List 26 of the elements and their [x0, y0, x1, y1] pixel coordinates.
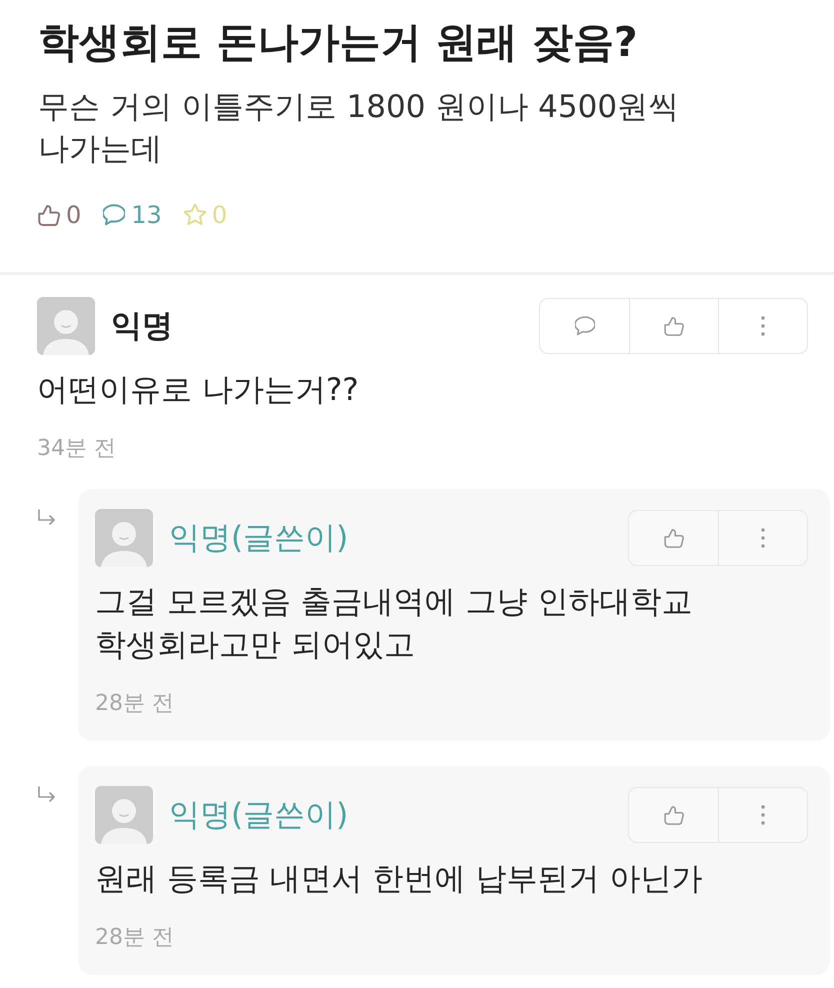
author-name: 익명(글쓴이): [169, 519, 348, 558]
thumbs-up-icon: [664, 316, 684, 336]
star-count: 0: [212, 200, 228, 230]
thumbs-up-icon: [664, 528, 684, 548]
more-icon: [761, 528, 765, 548]
avatar-icon: [37, 297, 95, 355]
thumbs-up-icon: [664, 805, 684, 825]
author-name: 익명: [111, 307, 173, 346]
comment-time: 28분 전: [95, 924, 175, 952]
more-icon: [761, 805, 765, 825]
author-name: 익명(글쓴이): [169, 796, 348, 835]
reply-arrow-icon: [37, 786, 57, 802]
more-icon: [761, 316, 765, 336]
avatar-icon: [95, 786, 153, 844]
avatar-icon: [95, 509, 153, 567]
reply-arrow-icon: [37, 509, 57, 525]
comment-count: 13: [131, 200, 162, 230]
comment-text: 어떤이유로 나가는거??: [37, 371, 360, 410]
comment-time: 34분 전: [37, 435, 117, 463]
speech-bubble-icon: [574, 316, 594, 336]
post-title: 학생회로 돈나가는거 원래 잦음?: [38, 17, 639, 68]
comment-text: 그걸 모르겠음 출금내역에 그냥 인하대학교 학생회라고만 되어있고: [95, 583, 694, 665]
like-count: 0: [66, 200, 82, 230]
comment-text: 원래 등록금 내면서 한번에 납부된거 아닌가: [95, 860, 704, 899]
post-body: 무슨 거의 이틀주기로 1800 원이나 4500원씩 나가는데: [38, 88, 680, 169]
comment-time: 28분 전: [95, 690, 175, 718]
